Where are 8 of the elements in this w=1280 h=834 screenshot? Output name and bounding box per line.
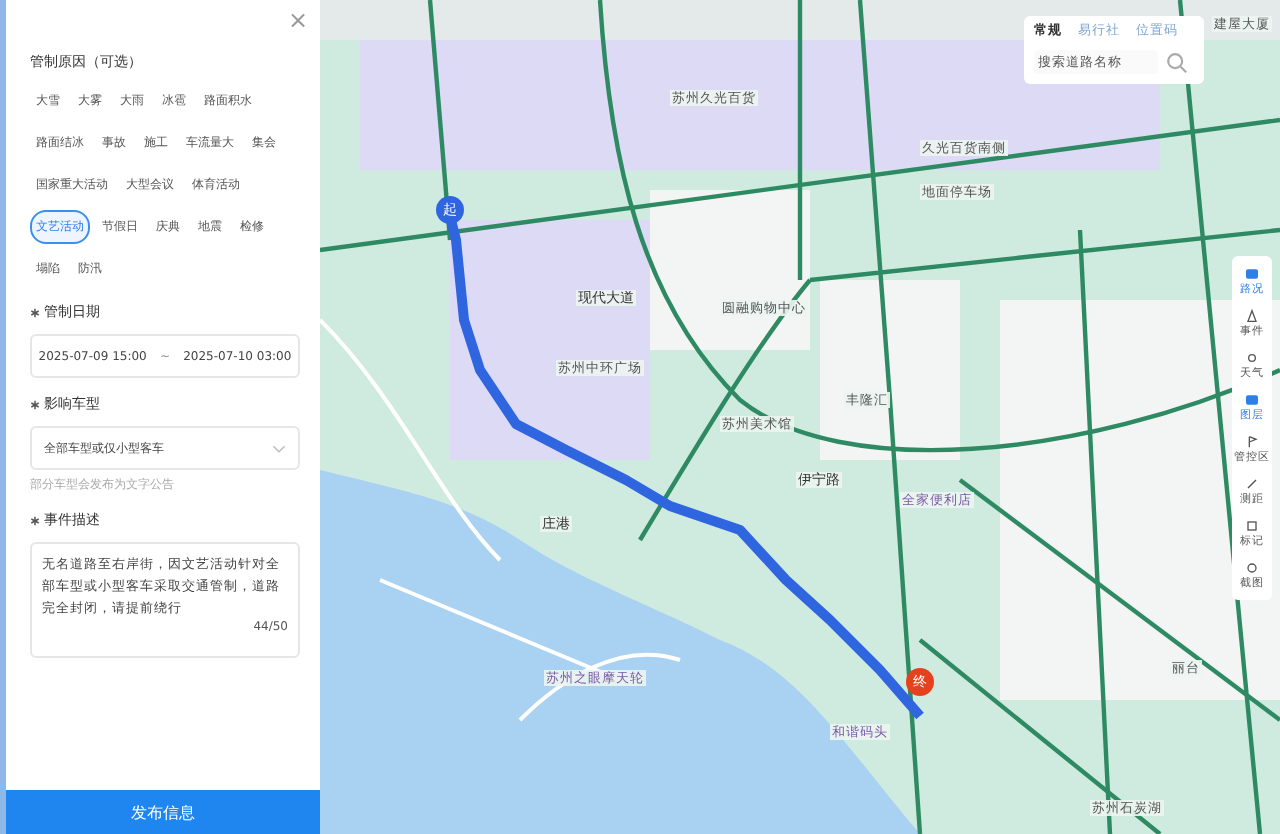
ruler-icon — [1244, 476, 1260, 492]
search-icon[interactable] — [1166, 51, 1188, 73]
triangle-icon — [1244, 308, 1260, 324]
flag-icon — [1244, 434, 1260, 450]
circle-icon — [1244, 560, 1260, 576]
chevron-down-icon — [272, 443, 286, 453]
publish-button[interactable]: 发布信息 — [6, 790, 320, 834]
square-icon — [1244, 518, 1260, 534]
